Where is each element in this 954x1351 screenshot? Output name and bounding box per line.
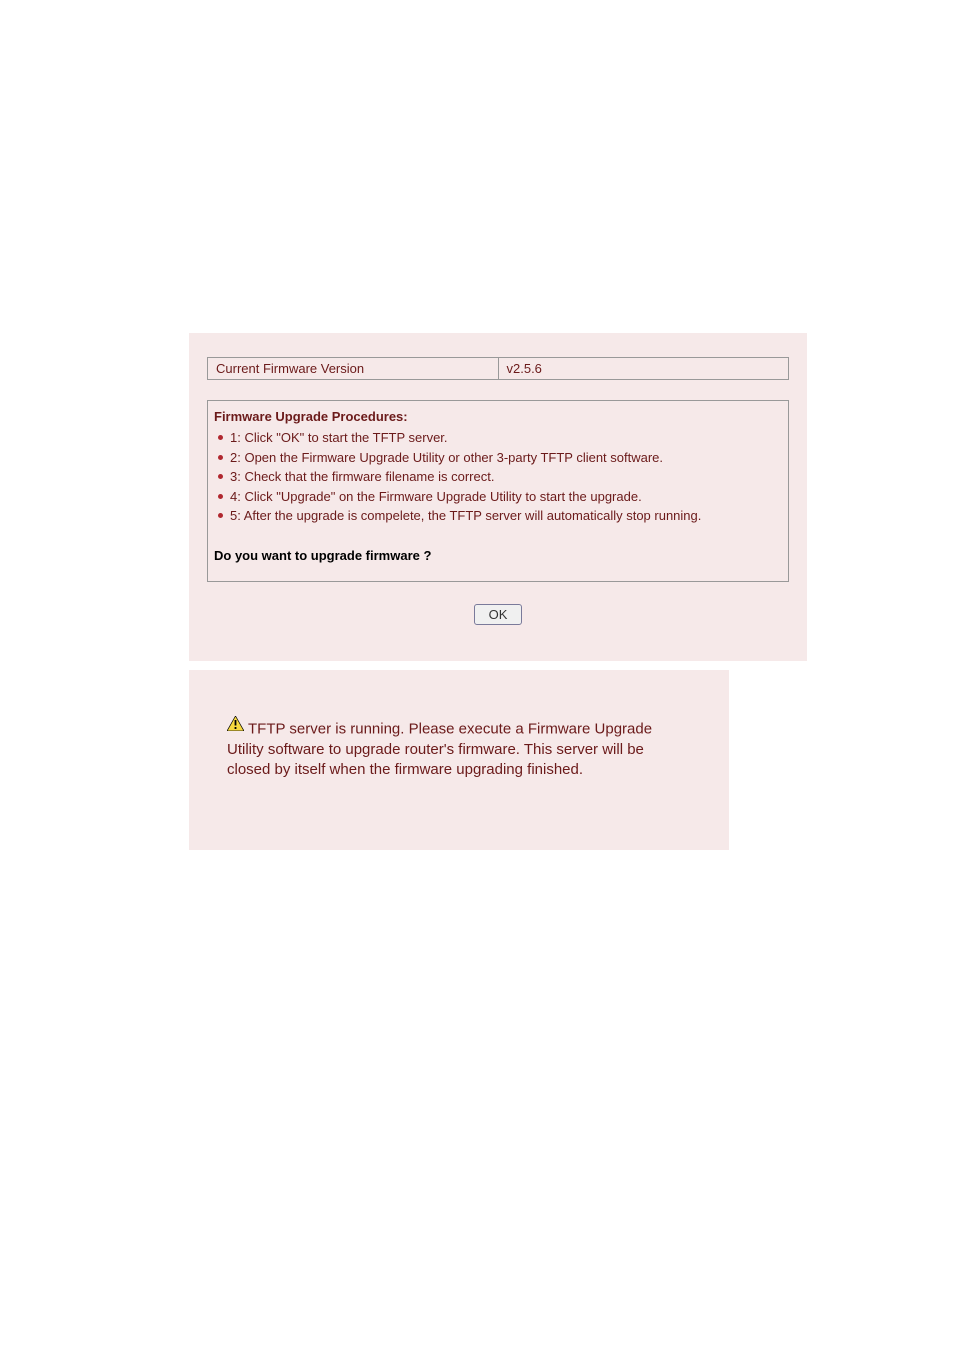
list-item: 1: Click "OK" to start the TFTP server. [214,428,782,448]
version-value: v2.5.6 [498,358,789,380]
list-item: 2: Open the Firmware Upgrade Utility or … [214,448,782,468]
list-item: 5: After the upgrade is compelete, the T… [214,506,782,526]
status-message: TFTP server is running. Please execute a… [227,716,691,780]
warning-icon [227,716,244,737]
button-row: OK [189,604,807,625]
confirm-prompt: Do you want to upgrade firmware ? [214,548,782,563]
list-item: 3: Check that the firmware filename is c… [214,467,782,487]
procedures-title: Firmware Upgrade Procedures: [214,409,782,424]
tftp-status-panel: TFTP server is running. Please execute a… [189,670,729,850]
version-label: Current Firmware Version [208,358,499,380]
procedures-list: 1: Click "OK" to start the TFTP server. … [214,428,782,526]
table-row: Current Firmware Version v2.5.6 [208,358,789,380]
list-item: 4: Click "Upgrade" on the Firmware Upgra… [214,487,782,507]
ok-button[interactable]: OK [474,604,523,625]
instructions-box: Firmware Upgrade Procedures: 1: Click "O… [207,400,789,582]
firmware-upgrade-panel: Current Firmware Version v2.5.6 Firmware… [189,333,807,661]
status-text-content: TFTP server is running. Please execute a… [227,720,652,778]
version-table: Current Firmware Version v2.5.6 [207,357,789,380]
